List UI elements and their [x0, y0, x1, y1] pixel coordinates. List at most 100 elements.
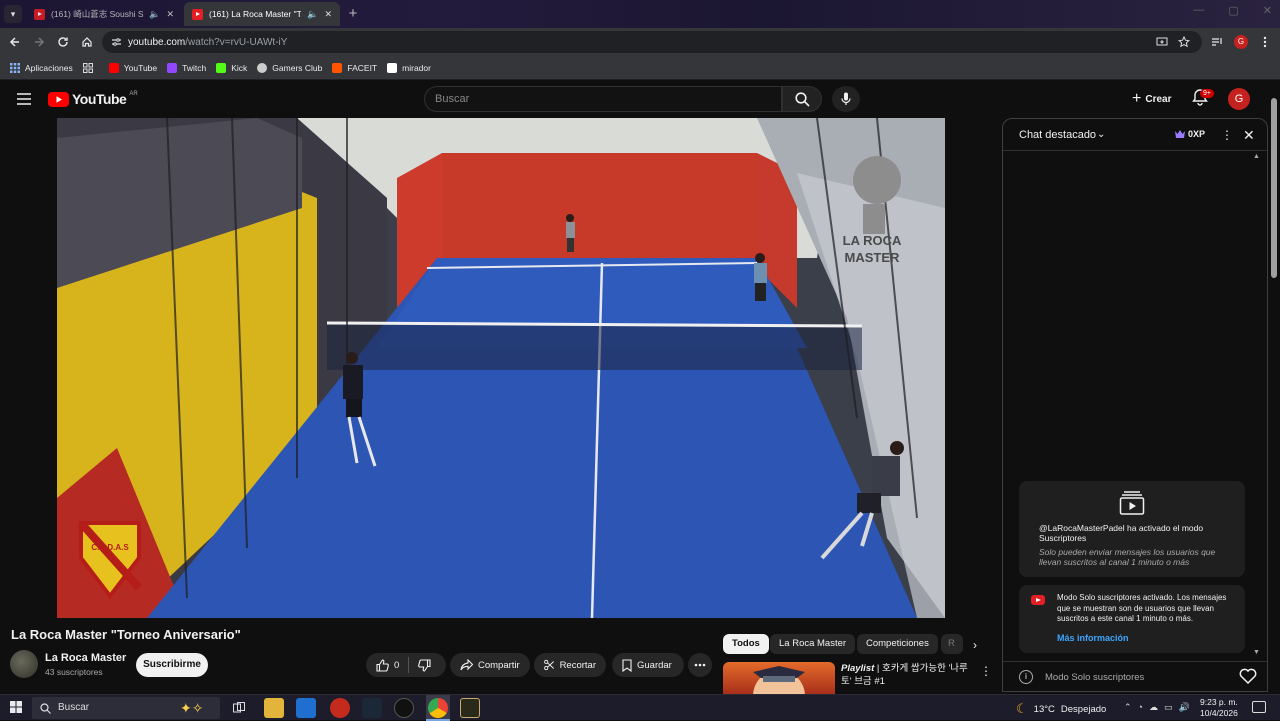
page-scrollbar[interactable]: [1270, 90, 1278, 690]
home-icon[interactable]: [78, 33, 96, 51]
minimize-icon[interactable]: —: [1193, 4, 1204, 17]
bookmark-star-icon[interactable]: [1178, 36, 1190, 48]
youtube-logo[interactable]: YouTube AR: [48, 91, 138, 107]
bookmark-kick[interactable]: Kick: [216, 62, 247, 73]
tab-close-icon[interactable]: ✕: [324, 9, 332, 20]
chevron-down-icon[interactable]: ⌄: [1097, 129, 1105, 140]
related-video-title[interactable]: Playlist | 호카게 쌉가능한 '나루토' 브금 #1: [841, 662, 977, 688]
scrollbar-thumb[interactable]: [1271, 98, 1277, 278]
more-actions-button[interactable]: [688, 653, 712, 677]
youtube-masthead: YouTube AR Buscar + Crear 9+: [0, 80, 1280, 118]
close-icon[interactable]: ✕: [1243, 127, 1255, 144]
region-code: AR: [129, 91, 138, 97]
chip-partial[interactable]: R: [941, 634, 963, 654]
bookmark-youtube[interactable]: YouTube: [108, 62, 157, 73]
browser-tab-inactive[interactable]: (161) 崎山蒼志 Soushi Saki 🔈 ✕: [26, 2, 182, 26]
xp-value: 0XP: [1188, 129, 1206, 139]
bookmark-mirador[interactable]: mirador: [387, 62, 431, 73]
voice-search-button[interactable]: [832, 86, 860, 112]
league-client-icon[interactable]: [460, 698, 480, 718]
share-button[interactable]: Compartir: [450, 653, 530, 677]
bookmarks-bar: Aplicaciones YouTube Twitch Kick Gamers …: [0, 56, 1280, 80]
browser-tab-strip: ▾ (161) 崎山蒼志 Soushi Saki 🔈 ✕ (161) La Ro…: [0, 0, 1280, 28]
share-label: Compartir: [478, 659, 520, 671]
volume-icon[interactable]: 🔊: [1179, 702, 1190, 713]
speaker-icon[interactable]: 🔈: [149, 9, 160, 20]
chip-competiciones[interactable]: Competiciones: [857, 634, 938, 654]
game-launcher-icon[interactable]: [394, 698, 414, 718]
hamburger-menu-icon[interactable]: [17, 93, 31, 105]
reload-icon[interactable]: [54, 33, 72, 51]
notification-center-icon[interactable]: [1252, 701, 1266, 713]
save-button[interactable]: Guardar: [612, 653, 684, 677]
file-explorer-icon[interactable]: [264, 698, 284, 718]
browser-profile-avatar[interactable]: G: [1234, 35, 1248, 49]
clock-time: 9:23 p. m.: [1200, 697, 1238, 707]
tab-search-button[interactable]: ▾: [4, 5, 22, 23]
xp-badge[interactable]: 0XP: [1175, 129, 1205, 139]
taskbar-search[interactable]: Buscar ✦✧: [32, 697, 220, 719]
install-app-icon[interactable]: [1156, 36, 1168, 48]
display-icon[interactable]: ▭: [1164, 702, 1173, 713]
bookmark-faceit[interactable]: FACEIT: [332, 62, 377, 73]
weather-widget[interactable]: ☾ 13°C Despejado: [1016, 701, 1106, 717]
outlook-icon[interactable]: [296, 698, 316, 718]
tray-overflow-icon[interactable]: ⌃: [1124, 702, 1132, 713]
youtube-account-avatar[interactable]: G: [1228, 88, 1250, 110]
app-red-icon[interactable]: [330, 698, 350, 718]
related-more-icon[interactable]: ⋮: [980, 664, 992, 678]
browser-menu-icon[interactable]: [1256, 33, 1274, 51]
search-button[interactable]: [782, 86, 822, 112]
channel-avatar[interactable]: [10, 650, 38, 678]
chat-more-icon[interactable]: ⋮: [1221, 128, 1233, 142]
more-info-link[interactable]: Más información: [1057, 633, 1129, 643]
chat-input[interactable]: Modo Solo suscriptores: [1045, 672, 1144, 683]
bookmark-apps[interactable]: Aplicaciones: [10, 62, 73, 73]
apps-grid-icon: [10, 62, 20, 73]
address-bar[interactable]: youtube.com/watch?v=rvU-UAWt-iY: [102, 31, 1202, 53]
chip-la-roca-master[interactable]: La Roca Master: [770, 634, 856, 654]
scroll-down-arrow[interactable]: ▼: [1253, 649, 1260, 656]
chip-todos[interactable]: Todos: [723, 634, 769, 654]
like-icon[interactable]: [376, 658, 389, 672]
chevron-right-icon[interactable]: ›: [966, 636, 984, 654]
dislike-icon[interactable]: [418, 658, 431, 672]
create-button[interactable]: + Crear: [1124, 88, 1179, 110]
clip-label: Recortar: [559, 659, 596, 671]
task-view-icon[interactable]: [233, 702, 245, 714]
subscribe-button[interactable]: Suscribirme: [136, 653, 208, 677]
bookmark-twitch[interactable]: Twitch: [167, 62, 206, 73]
site-info-icon[interactable]: [111, 37, 122, 47]
chrome-icon[interactable]: [428, 698, 448, 718]
maximize-icon[interactable]: ▢: [1228, 4, 1238, 17]
channel-name[interactable]: La Roca Master: [45, 652, 126, 664]
back-icon[interactable]: [6, 33, 24, 51]
system-tray: ⌃ ◔ ☁ ▭ 🔊: [1124, 702, 1190, 713]
network-icon[interactable]: ◔: [1138, 702, 1143, 713]
clip-button[interactable]: Recortar: [534, 653, 606, 677]
info-icon[interactable]: i: [1019, 670, 1033, 684]
chat-mode-selector[interactable]: Chat destacado: [1019, 129, 1096, 141]
mirador-icon: [387, 62, 398, 73]
onedrive-icon[interactable]: ☁: [1149, 702, 1158, 713]
windows-start-icon[interactable]: [10, 701, 22, 713]
browser-tab-active[interactable]: (161) La Roca Master "Torneo 🔈 ✕: [184, 2, 340, 26]
notice-text: Modo Solo suscriptores activado. Los men…: [1057, 593, 1227, 623]
media-control-icon[interactable]: [1208, 33, 1226, 51]
scroll-up-arrow[interactable]: ▲: [1253, 153, 1260, 160]
scissors-icon: [544, 659, 555, 671]
bookmark-gamers-club[interactable]: Gamers Club: [257, 62, 322, 73]
taskbar-clock[interactable]: 9:23 p. m. 10/4/2026: [1200, 697, 1238, 719]
video-player[interactable]: LA ROCA MASTER C.A.D.A.S: [57, 118, 945, 618]
tab-groups-icon[interactable]: [82, 62, 93, 73]
heart-icon[interactable]: [1239, 668, 1257, 684]
search-input[interactable]: Buscar: [424, 86, 782, 112]
forward-icon[interactable]: [30, 33, 48, 51]
related-video-thumbnail[interactable]: [723, 662, 835, 694]
speaker-icon[interactable]: 🔈: [307, 9, 318, 20]
tab-close-icon[interactable]: ✕: [166, 9, 174, 20]
watermark-line2: MASTER: [845, 250, 901, 265]
steam-icon[interactable]: [362, 698, 382, 718]
close-window-icon[interactable]: ✕: [1263, 4, 1272, 17]
new-tab-button[interactable]: +: [344, 5, 362, 23]
